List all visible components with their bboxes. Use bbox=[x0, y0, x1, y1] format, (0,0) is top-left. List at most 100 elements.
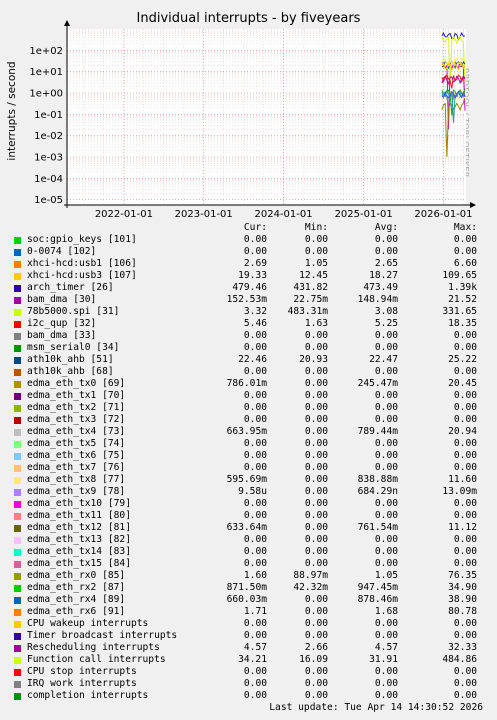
legend-min: 0.00 bbox=[304, 234, 328, 245]
legend-name: edma_eth_tx4 [73] bbox=[27, 426, 126, 437]
legend-min: 0.00 bbox=[304, 534, 328, 545]
legend-max: 0.00 bbox=[453, 546, 477, 557]
legend-max: 0.00 bbox=[453, 618, 477, 629]
legend-max: 0.00 bbox=[453, 234, 477, 245]
legend-row: edma_eth_tx15 [84] 0.00 0.00 0.00 0.00 bbox=[12, 558, 490, 570]
legend-row: edma_eth_rx6 [91] 1.71 0.00 1.68 80.78 bbox=[12, 606, 490, 618]
legend-max: 20.45 bbox=[448, 378, 477, 389]
legend-max: 34.90 bbox=[448, 582, 477, 593]
legend-swatch bbox=[14, 693, 21, 700]
y-tick-label: 1e-01 bbox=[34, 110, 63, 121]
legend-min: 22.75m bbox=[293, 294, 328, 305]
legend-name: edma_eth_tx15 [84] bbox=[27, 558, 131, 569]
legend-row: IRQ work interrupts 0.00 0.00 0.00 0.00 bbox=[12, 678, 490, 690]
legend-min: 0.00 bbox=[304, 402, 328, 413]
legend-swatch bbox=[14, 441, 21, 448]
legend-max: 11.12 bbox=[448, 522, 477, 533]
legend-name: Rescheduling interrupts bbox=[27, 642, 160, 653]
legend-row: 0-0074 [102] 0.00 0.00 0.00 0.00 bbox=[12, 246, 490, 258]
legend-row: edma_eth_tx2 [71] 0.00 0.00 0.00 0.00 bbox=[12, 402, 490, 414]
legend-swatch bbox=[14, 657, 21, 664]
legend-row: edma_eth_tx5 [74] 0.00 0.00 0.00 0.00 bbox=[12, 438, 490, 450]
legend-avg: 245.47m bbox=[357, 378, 398, 389]
legend-avg: 0.00 bbox=[374, 462, 398, 473]
legend-swatch bbox=[14, 249, 21, 256]
legend-name: completion interrupts bbox=[27, 690, 149, 701]
legend-max: 32.33 bbox=[448, 642, 477, 653]
legend-min: 88.97m bbox=[293, 570, 328, 581]
legend-name: edma_eth_rx2 [87] bbox=[27, 582, 126, 593]
legend-min: 0.00 bbox=[304, 342, 328, 353]
y-axis-arrow bbox=[64, 20, 70, 26]
legend-avg: 0.00 bbox=[374, 330, 398, 341]
legend-avg: 31.91 bbox=[369, 654, 398, 665]
y-tick-label: 1e-05 bbox=[34, 195, 63, 206]
legend-swatch bbox=[14, 405, 21, 412]
legend-row: edma_eth_tx7 [76] 0.00 0.00 0.00 0.00 bbox=[12, 462, 490, 474]
legend-min: 0.00 bbox=[304, 246, 328, 257]
legend-row: i2c_qup [32] 5.46 1.63 5.25 18.35 bbox=[12, 318, 490, 330]
legend-row: edma_eth_tx12 [81] 633.64m 0.00 761.54m 11.1… bbox=[12, 522, 490, 534]
legend-min: 0.00 bbox=[304, 522, 328, 533]
legend-max: 109.65 bbox=[442, 270, 477, 281]
legend-name: edma_eth_rx4 [89] bbox=[27, 594, 126, 605]
legend-avg: 0.00 bbox=[374, 630, 398, 641]
legend-max: 0.00 bbox=[453, 402, 477, 413]
legend-avg: 0.00 bbox=[374, 498, 398, 509]
y-tick-labels: 1e-05 1e-04 1e-03 1e-02 1e-01 1e+00 1e+01 1e+02 bbox=[29, 46, 63, 206]
y-tick-label: 1e+00 bbox=[29, 89, 63, 100]
legend-min: 0.00 bbox=[304, 366, 328, 377]
legend-row: edma_eth_tx8 [77] 595.69m 0.00 838.88m 11.60 bbox=[12, 474, 490, 486]
x-tick-label: 2025-01-01 bbox=[335, 209, 393, 220]
legend-name: bam_dma [30] bbox=[27, 294, 97, 305]
legend-row: edma_eth_tx1 [70] 0.00 0.00 0.00 0.00 bbox=[12, 390, 490, 402]
plot-area: 1e-05 1e-04 1e-03 1e-02 1e-01 1e+00 1e+01 1e+02… bbox=[29, 20, 476, 220]
legend-avg: 0.00 bbox=[374, 402, 398, 413]
legend-row: xhci-hcd:usb3 [107] 19.33 12.45 18.27 109.65 bbox=[12, 270, 490, 282]
legend-min: 0.00 bbox=[304, 594, 328, 605]
legend-max: 0.00 bbox=[453, 510, 477, 521]
legend-name: edma_eth_rx6 [91] bbox=[27, 606, 126, 617]
legend-swatch bbox=[14, 465, 21, 472]
legend-min: 483.31m bbox=[287, 306, 328, 317]
legend-row: Timer broadcast interrupts 0.00 0.00 0.00 0.… bbox=[12, 630, 490, 642]
legend-avg: 3.08 bbox=[374, 306, 398, 317]
legend-name: xhci-hcd:usb3 [107] bbox=[27, 270, 137, 281]
legend-row: ath10k_ahb [51] 22.46 20.93 22.47 25.22 bbox=[12, 354, 490, 366]
legend-name: xhci-hcd:usb1 [106] bbox=[27, 258, 137, 269]
legend-row: edma_eth_tx3 [72] 0.00 0.00 0.00 0.00 bbox=[12, 414, 490, 426]
legend-avg: 878.46m bbox=[357, 594, 398, 605]
legend-max: 0.00 bbox=[453, 498, 477, 509]
legend-row: edma_eth_tx4 [73] 663.95m 0.00 789.44m 20.94 bbox=[12, 426, 490, 438]
legend-row: edma_eth_rx0 [85] 1.60 88.97m 1.05 76.35 bbox=[12, 570, 490, 582]
legend-max: 0.00 bbox=[453, 246, 477, 257]
legend-swatch bbox=[14, 261, 21, 268]
legend-min: 0.00 bbox=[304, 546, 328, 557]
legend-swatch bbox=[14, 429, 21, 436]
legend-max: 0.00 bbox=[453, 450, 477, 461]
legend-name: ath10k_ahb [51] bbox=[27, 354, 114, 365]
legend-min: 20.93 bbox=[299, 354, 328, 365]
legend-row: edma_eth_tx0 [69] 786.01m 0.00 245.47m 20.45 bbox=[12, 378, 490, 390]
legend-name: CPU stop interrupts bbox=[27, 666, 137, 677]
legend-min: 0.00 bbox=[304, 330, 328, 341]
legend-name: ath10k_ahb [68] bbox=[27, 366, 114, 377]
legend-swatch bbox=[14, 369, 21, 376]
legend-max: 0.00 bbox=[453, 330, 477, 341]
legend-row: completion interrupts 0.00 0.00 0.00 0.00 bbox=[12, 690, 490, 702]
legend-swatch bbox=[14, 585, 21, 592]
y-tick-label: 1e-02 bbox=[34, 131, 63, 142]
legend-avg: 5.25 bbox=[374, 318, 398, 329]
legend-header-max: Max: bbox=[453, 222, 477, 233]
legend-max: 0.00 bbox=[453, 390, 477, 401]
legend-avg: 0.00 bbox=[374, 618, 398, 629]
legend-max: 0.00 bbox=[453, 342, 477, 353]
legend-swatch bbox=[14, 357, 21, 364]
legend-header-min: Min: bbox=[304, 222, 328, 233]
legend-swatch bbox=[14, 237, 21, 244]
legend-avg: 22.47 bbox=[369, 354, 398, 365]
legend-row: edma_eth_tx10 [79] 0.00 0.00 0.00 0.00 bbox=[12, 498, 490, 510]
legend-swatch bbox=[14, 669, 21, 676]
legend-name: Timer broadcast interrupts bbox=[27, 630, 178, 641]
legend-avg: 0.00 bbox=[374, 690, 398, 701]
